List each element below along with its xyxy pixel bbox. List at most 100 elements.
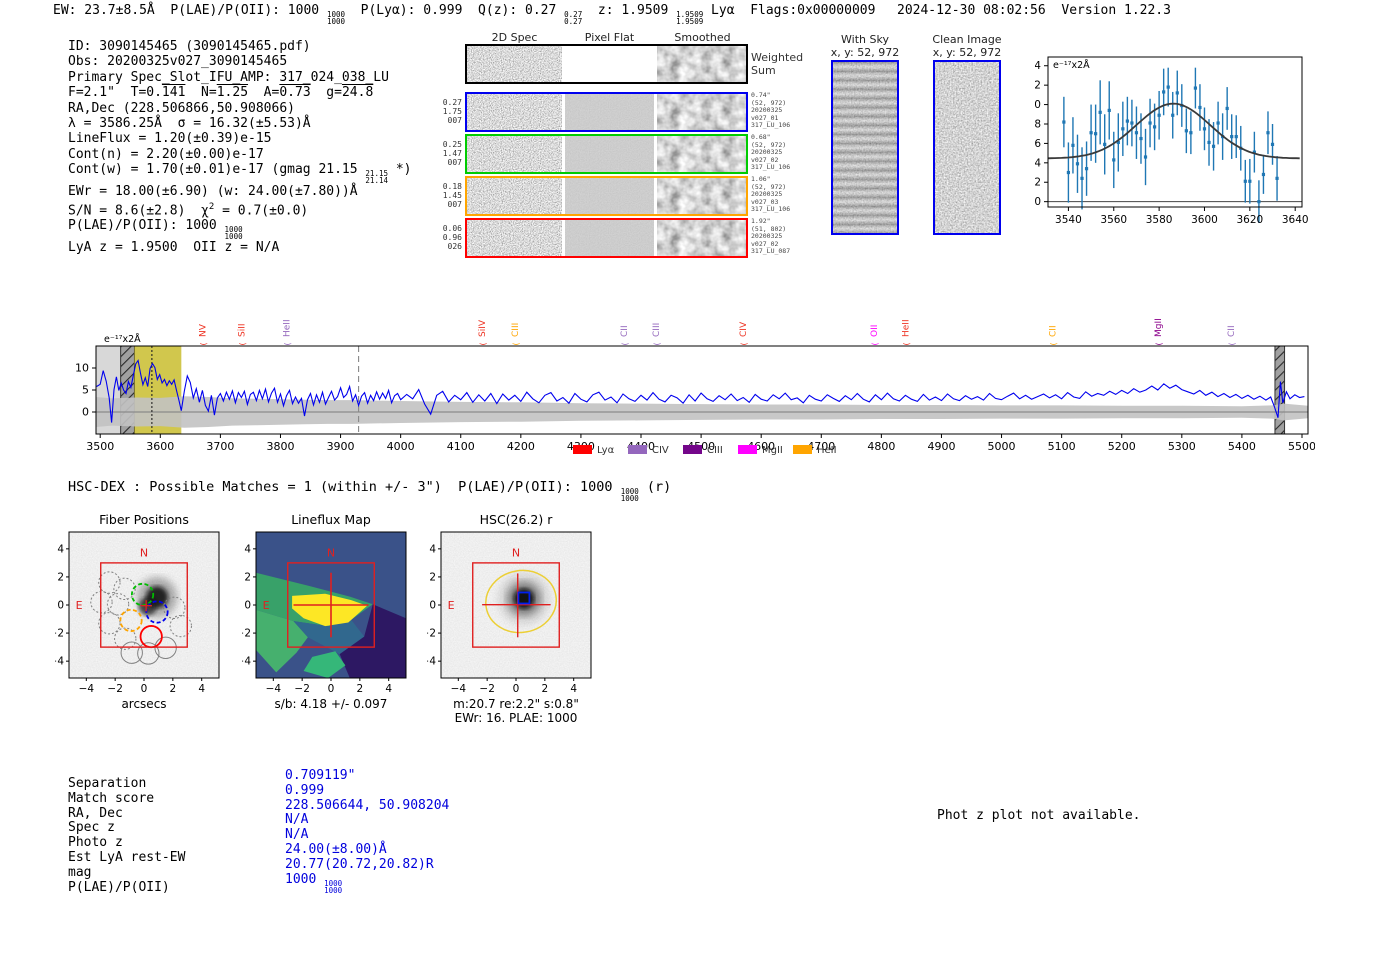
svg-text:(: ( (511, 342, 520, 345)
legend-label: Lyα (597, 445, 615, 456)
svg-text:OII: OII (870, 325, 880, 337)
svg-text:5200: 5200 (1108, 440, 1136, 453)
match-table-value: N/A (285, 827, 309, 843)
svg-text:SiII: SiII (237, 323, 247, 337)
emission-line-label: CIII (511, 323, 521, 337)
svg-text:2: 2 (244, 571, 251, 583)
svg-text:4800: 4800 (867, 440, 895, 453)
legend-swatch (683, 445, 702, 454)
info-line: LineFlux = 1.20(±0.39)e-15 (68, 131, 272, 147)
svg-text:3600: 3600 (146, 440, 174, 453)
svg-text:CIV: CIV (739, 321, 749, 337)
col-header-pixelflat: Pixel Flat (584, 31, 635, 44)
with-sky-title: With Sky x, y: 52, 972 (830, 33, 900, 59)
svg-text:2: 2 (1035, 177, 1041, 189)
emission-line-label: CII (1227, 325, 1237, 337)
svg-text:0: 0 (328, 683, 335, 695)
info-line: RA,Dec (228.506866,50.908066) (68, 100, 295, 116)
emission-line-label: OII (870, 325, 880, 337)
cutout-caption: EWr: 16, PLAE: 1000 (455, 711, 578, 722)
header-version: Version 1.22.3 (1061, 3, 1171, 18)
match-table-value: N/A (285, 812, 309, 828)
spec2d-row (465, 218, 748, 258)
svg-text:NV: NV (198, 323, 208, 337)
svg-text:3540: 3540 (1055, 214, 1082, 226)
stacked-fraction: 1.9509 1.9509 (676, 10, 704, 26)
legend-swatch (628, 445, 647, 454)
svg-text:0: 0 (513, 683, 520, 695)
spec2d-row-annotation: 0.68" (52, 972) 20200325 v027_02 317_LU_106 (751, 133, 791, 172)
detection-info-block: ID: 3090145465 (3090145465.pdf) Obs: 2020… (68, 39, 411, 256)
svg-text:3800: 3800 (266, 440, 294, 453)
svg-text:(: ( (1154, 342, 1163, 345)
svg-text:(: ( (871, 342, 880, 345)
hsc-dex-match-line: HSC-DEX : Possible Matches = 1 (within +… (68, 479, 672, 503)
cutout-xlabel: arcsecs (121, 697, 166, 711)
match-table-value: 0.999 (285, 782, 325, 798)
spec2d-image (657, 178, 746, 214)
lineflux-map-cutout: Lineflux Map N E −4 −4 −2 −2 0 0 2 2 4 4 s/b: 4.18 +/… (242, 512, 407, 711)
spec2d-image (657, 94, 746, 130)
svg-text:2: 2 (170, 683, 177, 695)
emission-line-label: SiIV (478, 319, 488, 337)
legend-label: CIII (707, 445, 723, 456)
svg-text:5000: 5000 (988, 440, 1016, 453)
svg-text:8: 8 (1035, 118, 1041, 130)
cutout-title: Fiber Positions (99, 512, 189, 527)
svg-text:−2: −2 (479, 683, 494, 695)
spec2d-row-annotation: 0.74" (52, 972) 20200325 v027_01 317_LU_106 (751, 91, 791, 130)
header-summary: EW: 23.7±8.5Å P(LAE)/P(OII): 1000 1000 10… (53, 3, 876, 26)
svg-text:4: 4 (570, 683, 577, 695)
svg-text:14: 14 (1035, 60, 1041, 72)
svg-text:(: ( (238, 342, 247, 345)
svg-text:10: 10 (1035, 99, 1041, 111)
svg-text:SiIV: SiIV (478, 319, 488, 337)
match-table-label: RA, Dec (68, 805, 123, 821)
spec2d-image (657, 220, 746, 256)
spec2d-image (565, 46, 654, 82)
info-line: ID: 3090145465 (3090145465.pdf) (68, 39, 311, 54)
svg-text:0: 0 (429, 600, 436, 612)
svg-text:4: 4 (244, 543, 251, 555)
legend-swatch (738, 445, 757, 454)
svg-text:CII: CII (620, 325, 630, 337)
svg-text:−2: −2 (427, 628, 436, 640)
svg-text:−4: −4 (55, 656, 64, 668)
spec2d-row-weights: 0.06 0.96 026 (442, 224, 462, 251)
legend-label: MgII (762, 445, 783, 456)
svg-text:4100: 4100 (447, 440, 475, 453)
svg-text:(: ( (740, 342, 749, 345)
col-header-2dspec: 2D Spec (491, 31, 538, 44)
svg-text:4900: 4900 (927, 440, 955, 453)
match-table-label: mag (68, 864, 92, 880)
svg-text:5500: 5500 (1288, 440, 1315, 453)
weighted-sum-label: Weighted Sum (751, 51, 804, 77)
spec2d-image (467, 94, 562, 130)
spec2d-image (467, 178, 562, 214)
match-table-labels: Separation Match score RA, Dec Spec z Photo … (68, 776, 185, 895)
spec2d-image (565, 178, 654, 214)
svg-text:(: ( (478, 342, 487, 345)
full-spectrum-plot: 3500360037003800390040004100420043004400… (75, 318, 1315, 456)
match-table-label: P(LAE)/P(OII) (68, 879, 170, 895)
east-label: E (76, 599, 83, 612)
header-datetime-version: 2024-12-30 08:02:56 Version 1.22.3 (897, 3, 1171, 18)
svg-text:0: 0 (141, 683, 148, 695)
info-line: Cont(w) = 1.70(±0.01)e-17 (gmag 21.15 21… (68, 162, 412, 186)
info-line: F=2.1" T=0.141 N=1.25 A=0.73 g=24.8 (68, 85, 374, 101)
svg-text:e⁻¹⁷x2Å: e⁻¹⁷x2Å (1053, 59, 1090, 71)
svg-text:CIII: CIII (511, 323, 521, 337)
east-label: E (448, 599, 455, 612)
east-label: E (263, 599, 270, 612)
emission-line-label: HeII (282, 319, 292, 337)
svg-text:0: 0 (82, 406, 89, 419)
spec2d-row (465, 134, 748, 174)
svg-text:CIII: CIII (652, 323, 662, 337)
spec2d-image (565, 136, 654, 172)
legend-swatch (573, 445, 592, 454)
svg-text:(: ( (199, 342, 208, 345)
spec2d-row-weights: 0.18 1.45 007 (442, 182, 462, 209)
spec2d-image (467, 220, 562, 256)
stacked-fraction: 1000 1000 (620, 487, 639, 503)
emission-line-label: CII (620, 325, 630, 337)
